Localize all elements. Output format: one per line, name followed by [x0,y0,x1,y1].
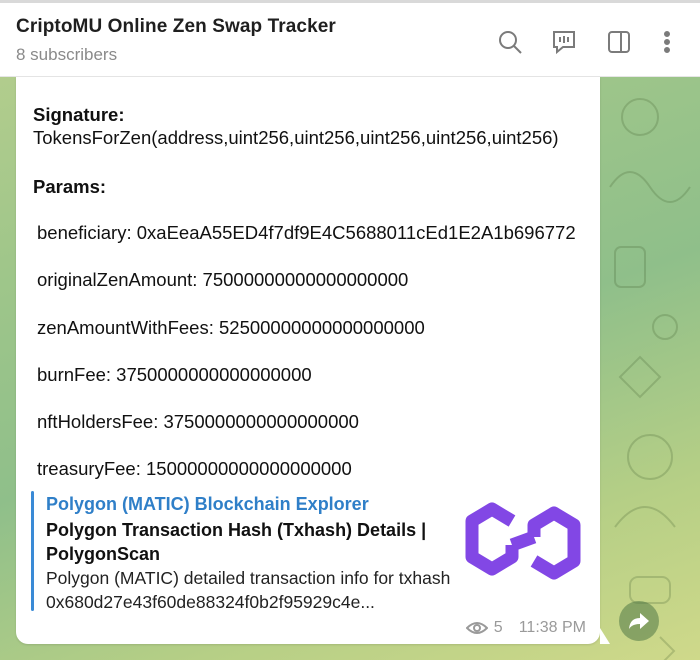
chat-header: CriptoMU Online Zen Swap Tracker 8 subsc… [0,3,700,77]
param-beneficiary: beneficiary: 0xaEeaA55ED4f7df9E4C5688011… [37,222,576,243]
signature-value: TokensForZen(address,uint256,uint256,uin… [33,127,559,148]
search-icon[interactable] [495,27,525,57]
message-time: 11:38 PM [518,619,586,636]
link-preview-description: Polygon (MATIC) detailed transaction inf… [46,568,451,612]
param-original-zen-amount: originalZenAmount: 75000000000000000000 [37,269,409,290]
more-icon[interactable] [652,27,682,57]
param-treasury-fee: treasuryFee: 15000000000000000000 [37,458,352,479]
param-burn-fee: burnFee: 3750000000000000000 [37,364,312,385]
message-bubble[interactable]: Signature: TokensForZen(address,uint256,… [16,77,600,644]
link-preview-bar [31,491,34,611]
forward-button[interactable] [619,601,659,641]
channel-title[interactable]: CriptoMU Online Zen Swap Tracker [16,16,336,38]
chat-icon[interactable] [549,27,579,57]
view-count: 5 [493,619,503,636]
params-label: Params: [33,176,107,197]
param-nft-holders-fee: nftHoldersFee: 3750000000000000000 [37,411,359,432]
views-eye-icon [465,622,488,634]
link-preview-site[interactable]: Polygon (MATIC) Blockchain Explorer [46,494,369,515]
param-zen-amount-with-fees: zenAmountWithFees: 52500000000000000000 [37,317,425,338]
polygon-logo-icon[interactable] [462,491,584,603]
forward-arrow-icon [629,613,649,629]
link-preview-title[interactable]: Polygon Transaction Hash (Txhash) Detail… [46,518,436,566]
message-meta: 5 11:38 PM [465,619,586,637]
sidebar-toggle-icon[interactable] [604,27,634,57]
bubble-tail [600,628,610,644]
subscriber-count: 8 subscribers [16,45,118,64]
signature-label: Signature: [33,104,125,125]
